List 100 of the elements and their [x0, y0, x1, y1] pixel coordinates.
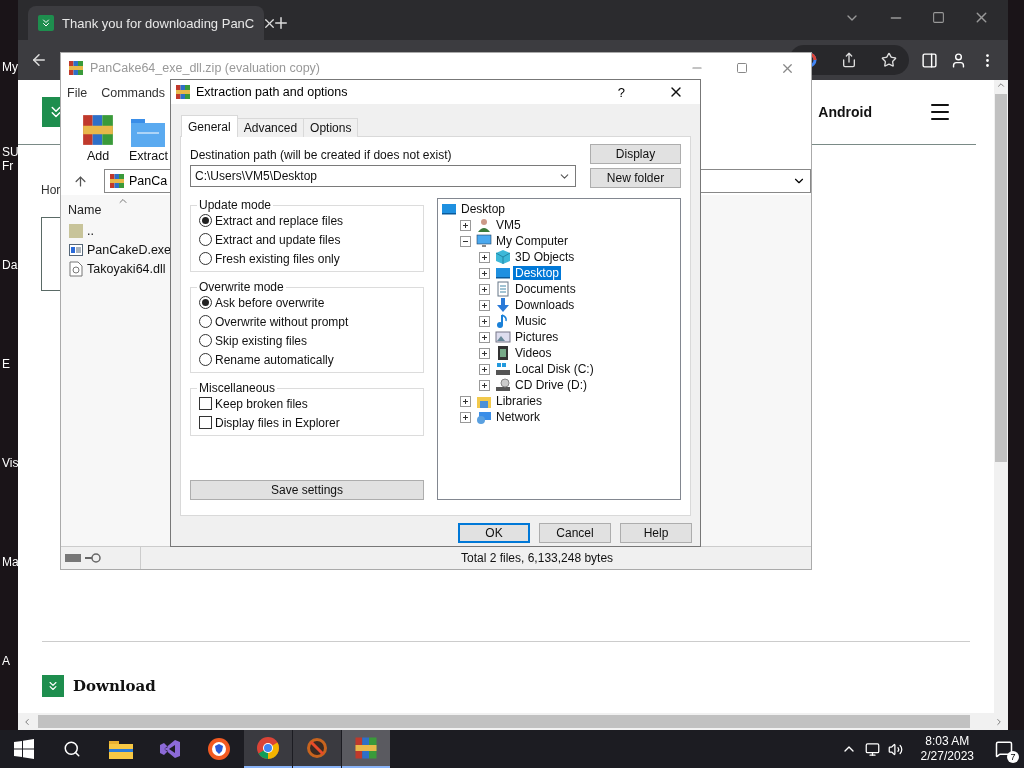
folder-item[interactable]: Pictures: [513, 330, 561, 344]
star-icon[interactable]: [881, 52, 897, 68]
infinity-ribbon-icon: [159, 738, 181, 760]
desktop-icon-label: E: [1, 357, 11, 371]
option-label: Fresh existing files only: [215, 251, 340, 266]
option-label: Rename automatically: [215, 352, 334, 367]
option-label: Ask before overwrite: [215, 295, 325, 310]
folder-item[interactable]: CD Drive (D:): [513, 378, 589, 392]
radio-button[interactable]: [199, 296, 212, 309]
folder-item[interactable]: Network: [494, 410, 542, 424]
radio-button[interactable]: [199, 214, 212, 227]
desktop-icon-label: Da: [1, 258, 18, 272]
dialog-tab[interactable]: Advanced: [236, 118, 305, 137]
download-icon: [495, 297, 511, 313]
user-icon: [476, 217, 492, 233]
expand-toggle[interactable]: [479, 379, 490, 391]
folder-item[interactable]: My Computer: [494, 234, 571, 248]
video-icon: [495, 345, 511, 361]
dialog-button[interactable]: Cancel: [539, 523, 611, 543]
maximize-icon[interactable]: [932, 11, 945, 24]
expand-toggle[interactable]: [479, 315, 490, 327]
folder-item[interactable]: Desktop: [513, 266, 562, 280]
dialog-button[interactable]: New folder: [590, 168, 681, 188]
side-panel-icon[interactable]: [921, 51, 938, 69]
drive-icon: [65, 554, 81, 562]
profile-icon[interactable]: [950, 51, 967, 69]
prohibited-icon: [305, 736, 329, 760]
radio-button[interactable]: [199, 315, 212, 328]
cube-icon: [495, 249, 511, 265]
folder-item[interactable]: Libraries: [494, 394, 545, 408]
group-title: Update mode: [198, 198, 273, 212]
vertical-scrollbar[interactable]: [994, 80, 1008, 713]
folder-item[interactable]: Documents: [513, 282, 578, 296]
maximize-icon[interactable]: [736, 60, 748, 76]
volume-icon[interactable]: [887, 741, 903, 757]
expand-toggle[interactable]: [460, 235, 471, 247]
folder-item[interactable]: 3D Objects: [513, 250, 577, 264]
taskbar-app[interactable]: [293, 730, 341, 768]
radio-button[interactable]: [199, 334, 212, 347]
destination-path-field[interactable]: C:\Users\VM5\Desktop: [190, 165, 576, 187]
option-label: Extract and update files: [215, 232, 341, 247]
option-label: Overwrite without prompt: [215, 314, 349, 329]
folder-item[interactable]: Local Disk (C:): [513, 362, 596, 376]
folder-item[interactable]: Music: [513, 314, 549, 328]
status-text: Total 2 files, 6,133,248 bytes: [460, 551, 614, 565]
archive-icon: [109, 173, 125, 189]
expand-toggle[interactable]: [479, 363, 490, 375]
archive-icon: [68, 60, 84, 76]
group-title: Overwrite mode: [198, 280, 285, 294]
file-name[interactable]: PanCakeD.exe: [87, 242, 172, 257]
folder-item[interactable]: VM5: [494, 218, 523, 232]
radio-button[interactable]: [199, 353, 212, 366]
toolbar-button[interactable]: Extract: [129, 117, 168, 163]
toolbar-button[interactable]: Add: [81, 113, 115, 163]
expand-toggle[interactable]: [460, 395, 471, 407]
network-icon: [476, 409, 492, 425]
file-name[interactable]: Takoyaki64.dll: [87, 261, 166, 276]
taskbar-app[interactable]: [244, 730, 292, 768]
download-icon: [42, 674, 64, 697]
expand-toggle[interactable]: [460, 219, 471, 231]
expand-toggle[interactable]: [479, 347, 490, 359]
browser-icon: [256, 736, 280, 760]
nav-link[interactable]: Android: [818, 104, 872, 120]
clock[interactable]: 8:03 AM 2/27/2023: [910, 734, 984, 764]
back-icon[interactable]: [30, 51, 48, 69]
expand-toggle[interactable]: [479, 251, 490, 263]
dialog-tab[interactable]: General: [181, 115, 238, 137]
dialog-tab[interactable]: Options: [303, 118, 359, 137]
menu-item[interactable]: File: [67, 86, 88, 100]
radio-button[interactable]: [199, 233, 212, 246]
document-icon: [495, 281, 511, 297]
expand-toggle[interactable]: [479, 283, 490, 295]
radio-button[interactable]: [199, 252, 212, 265]
network-icon[interactable]: [864, 741, 880, 757]
archive-icon: [354, 736, 378, 760]
application-icon: [69, 242, 83, 257]
folder-item[interactable]: Videos: [513, 346, 554, 360]
help-button[interactable]: ?: [617, 84, 625, 100]
dialog-button[interactable]: Help: [620, 523, 692, 543]
checkbox[interactable]: [199, 416, 212, 429]
folder-icon: [69, 222, 83, 239]
dialog-button[interactable]: Display: [590, 144, 681, 164]
dialog-button[interactable]: OK: [458, 523, 530, 543]
menu-item[interactable]: Commands: [101, 86, 166, 100]
expand-toggle[interactable]: [479, 299, 490, 311]
share-icon[interactable]: [841, 52, 857, 68]
file-name[interactable]: ..: [87, 223, 94, 238]
checkbox[interactable]: [199, 397, 212, 410]
option-label: Keep broken files: [215, 396, 308, 411]
archive-icon: [81, 113, 115, 147]
save-settings-button[interactable]: Save settings: [190, 480, 424, 500]
desktop-icon-label: Fr: [1, 159, 15, 173]
desktop-icon: [441, 201, 457, 217]
expand-toggle[interactable]: [460, 411, 471, 423]
dialog-title: Extraction path and options: [196, 85, 348, 99]
expand-toggle[interactable]: [479, 331, 490, 343]
folder-item[interactable]: Downloads: [513, 298, 577, 312]
desktop-icon-label: My: [1, 60, 18, 74]
expand-toggle[interactable]: [479, 267, 490, 279]
folder-item[interactable]: Desktop: [459, 202, 508, 216]
